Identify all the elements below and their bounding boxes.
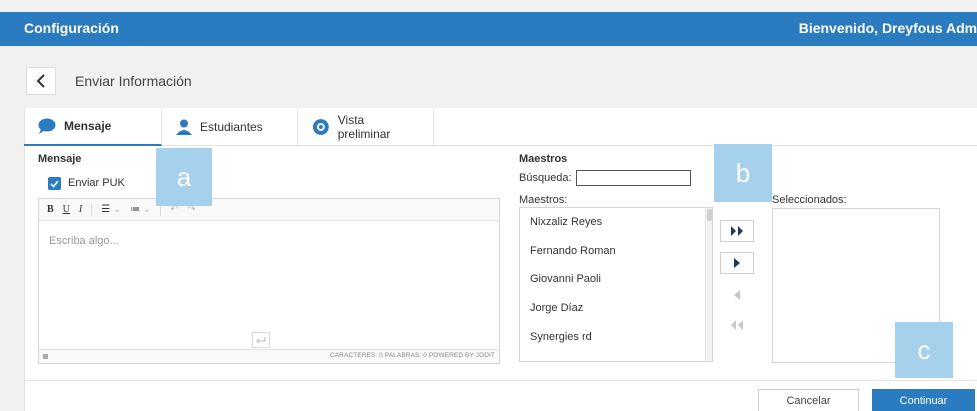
move-all-right-button[interactable] xyxy=(720,220,754,242)
check-icon xyxy=(50,179,59,188)
back-button[interactable] xyxy=(26,67,56,95)
unordered-list-button[interactable]: ☰ ⌄ xyxy=(101,204,121,215)
cancel-button[interactable]: Cancelar xyxy=(758,389,859,411)
editor-counter: CARACTERES: 0 PALABRAS: 0 POWERED BY JOD… xyxy=(329,352,495,359)
enter-key-button[interactable] xyxy=(252,332,270,348)
double-arrow-right-icon xyxy=(731,226,743,236)
annotation-marker-c: c xyxy=(895,322,953,378)
move-all-left-button[interactable] xyxy=(720,314,754,336)
bold-button[interactable]: B xyxy=(47,204,54,215)
page-title: Enviar Información xyxy=(75,73,192,89)
list-item[interactable]: Nixzaliz Reyes xyxy=(520,208,712,237)
chevron-left-icon xyxy=(36,74,45,88)
list-item[interactable]: Jorge Díaz xyxy=(520,294,712,323)
move-right-button[interactable] xyxy=(720,252,754,274)
tab-vista-preliminar[interactable]: Vista preliminar xyxy=(298,108,434,146)
toolbar-divider xyxy=(91,203,93,216)
chevron-down-icon: ⌄ xyxy=(112,204,122,215)
ordered-list-icon: ≔ xyxy=(130,204,141,215)
arrow-right-icon xyxy=(734,258,740,268)
tab-bar: Mensaje Estudiantes Vista preliminar xyxy=(24,108,977,146)
search-label: Búsqueda: xyxy=(519,172,572,184)
editor-status-bar: CARACTERES: 0 PALABRAS: 0 POWERED BY JOD… xyxy=(39,349,499,363)
maestros-heading: Maestros xyxy=(519,153,568,165)
list-item[interactable]: Giovanni Paoli xyxy=(520,265,712,294)
list-item[interactable]: Synergies rd xyxy=(520,322,712,351)
tab-mensaje-label: Mensaje xyxy=(64,119,112,133)
list-icon: ☰ xyxy=(101,204,111,215)
italic-button[interactable]: I xyxy=(79,204,82,215)
tab-vista-preliminar-label: Vista preliminar xyxy=(337,113,391,141)
scroll-thumb[interactable] xyxy=(707,209,712,221)
list-scrollbar[interactable] xyxy=(705,208,712,361)
ordered-list-button[interactable]: ≔ ⌄ xyxy=(130,204,151,215)
top-bar: Configuración Bienvenido, Dreyfous Admi xyxy=(0,12,977,46)
tab-estudiantes-label: Estudiantes xyxy=(200,120,263,134)
chat-bubble-icon xyxy=(38,118,56,134)
editor-toolbar: B U I ☰ ⌄ ≔ ⌄ ↶ ↷ xyxy=(39,199,499,221)
search-input[interactable] xyxy=(576,170,691,186)
tab-mensaje[interactable]: Mensaje xyxy=(24,108,162,146)
enter-icon xyxy=(256,337,266,344)
enviar-puk-checkbox[interactable] xyxy=(48,177,61,190)
welcome-text: Bienvenido, Dreyfous Admi xyxy=(798,20,977,36)
chevron-down-icon: ⌄ xyxy=(142,204,151,215)
mensaje-heading: Mensaje xyxy=(38,153,82,165)
editor-placeholder: Escriba algo... xyxy=(49,235,119,247)
selected-list-label: Seleccionados: xyxy=(772,194,847,206)
tab-estudiantes[interactable]: Estudiantes xyxy=(162,108,298,146)
move-left-button[interactable] xyxy=(720,284,754,306)
resize-grip-icon[interactable] xyxy=(43,354,48,359)
continue-button[interactable]: Continuar xyxy=(872,389,975,411)
maestros-list-label: Maestros: xyxy=(519,194,568,206)
arrow-left-icon xyxy=(734,290,740,300)
maestros-list[interactable]: Nixzaliz Reyes Fernando Roman Giovanni P… xyxy=(519,207,713,362)
app-title: Configuración xyxy=(24,20,119,36)
enviar-puk-label[interactable]: Enviar PUK xyxy=(68,177,125,189)
footer-divider xyxy=(24,380,977,381)
underline-button[interactable]: U xyxy=(63,204,70,215)
list-item[interactable]: Fernando Roman xyxy=(520,237,712,266)
annotation-marker-a: a xyxy=(156,148,212,206)
message-editor[interactable]: B U I ☰ ⌄ ≔ ⌄ ↶ ↷ Escriba algo... CARACT… xyxy=(38,198,500,364)
double-arrow-left-icon xyxy=(731,320,743,330)
annotation-marker-b: b xyxy=(714,144,772,202)
person-icon xyxy=(176,119,192,135)
eye-icon xyxy=(312,119,329,135)
